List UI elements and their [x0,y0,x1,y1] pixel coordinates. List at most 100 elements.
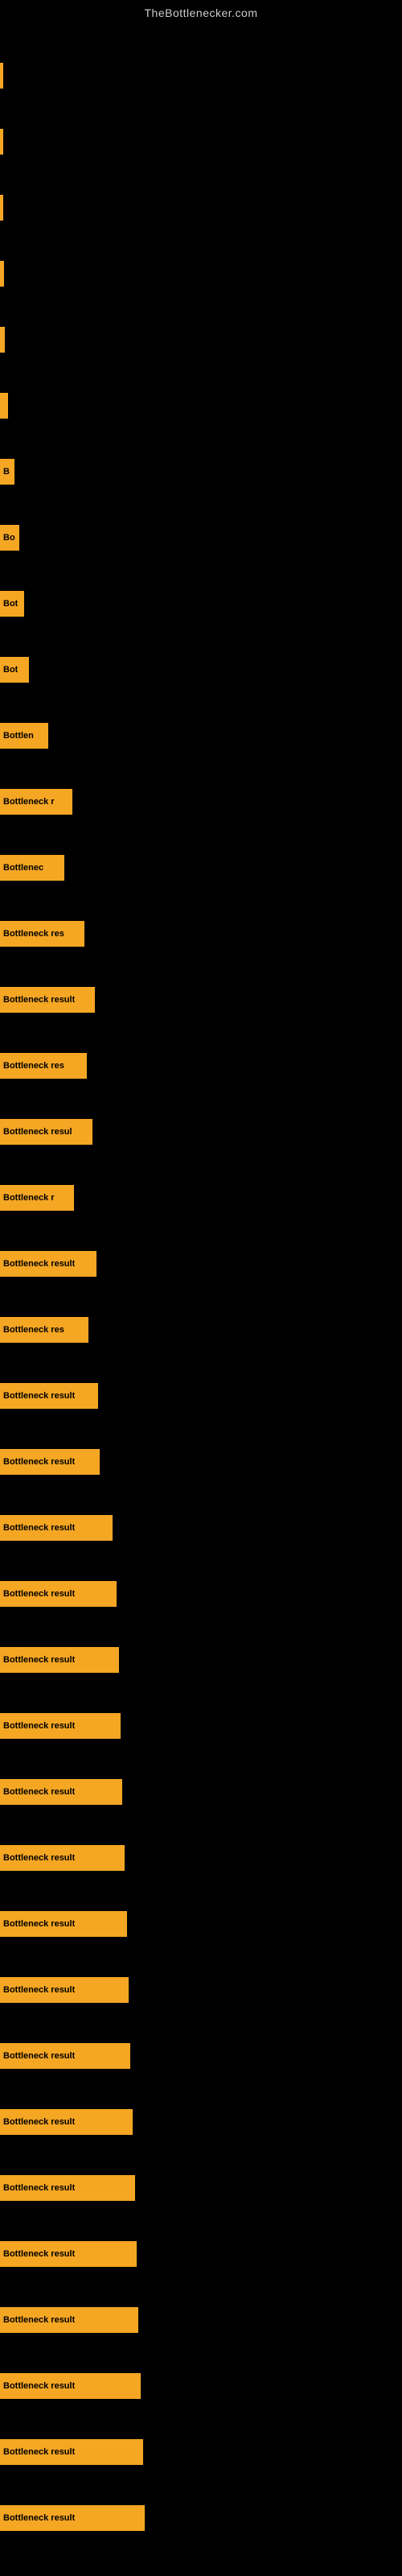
bar-row [0,327,402,361]
bar-row: Bottleneck res [0,1053,402,1087]
bar-fill: Bottleneck result [0,1383,98,1409]
bar-row: Bot [0,657,402,691]
bar-label-text: Bottleneck result [3,1655,75,1665]
bar-row: Bot [0,591,402,625]
bar-row: Bottleneck result [0,2043,402,2077]
bar-label-text: Bot [3,599,18,609]
bar-label-text: Bottleneck result [3,2447,75,2457]
bar-label-text: Bottleneck result [3,1259,75,1269]
bar-row: Bottleneck res [0,921,402,955]
bar-fill: Bottleneck result [0,1449,100,1475]
bar-label-text: Bottleneck result [3,1523,75,1533]
bar-row: Bottleneck result [0,1251,402,1285]
bar-row: Bottleneck result [0,2241,402,2275]
bar-fill [0,129,3,155]
bar-label-text: Bottleneck resul [3,1127,72,1137]
bar-fill [0,393,8,419]
bar-row: Bottleneck resul [0,1119,402,1153]
bar-label-text: Bottlen [3,731,34,741]
bar-fill [0,195,3,221]
bar-fill: B [0,459,14,485]
bar-label-text: Bottleneck result [3,1391,75,1401]
bar-label-text: Bottleneck r [3,1193,55,1203]
bar-fill: Bottleneck result [0,1779,122,1805]
bar-row: Bottlenec [0,855,402,889]
bar-row: Bottleneck result [0,1383,402,1417]
bar-row: Bottlen [0,723,402,757]
bar-fill: Bottleneck res [0,1317,88,1343]
bar-row: Bottleneck result [0,1515,402,1549]
bar-label-text: Bottleneck res [3,1325,64,1335]
bar-row: Bottleneck result [0,1449,402,1483]
bar-row: Bottleneck result [0,2505,402,2539]
page-wrapper: TheBottlenecker.com B Bo Bot Bot Bottlen Bott… [0,0,402,2558]
bar-fill: Bottleneck result [0,2439,143,2465]
bar-label-text: Bottleneck result [3,995,75,1005]
bar-label-text: Bottleneck result [3,2315,75,2325]
bar-fill [0,327,5,353]
bar-row: Bottleneck result [0,1977,402,2011]
bar-fill: Bottleneck res [0,1053,87,1079]
bar-fill: Bottleneck result [0,2241,137,2267]
bar-label-text: Bottleneck result [3,2381,75,2391]
bar-row: Bottleneck result [0,1647,402,1681]
chart-area: B Bo Bot Bot Bottlen Bottleneck r Bottlenec Bot… [0,23,402,2558]
bar-fill: Bottleneck result [0,1581,117,1607]
site-title: TheBottlenecker.com [0,0,402,23]
bar-row: Bottleneck result [0,2109,402,2143]
bar-label-text: B [3,467,10,477]
bar-row: Bottleneck res [0,1317,402,1351]
bar-row: Bottleneck r [0,789,402,823]
bar-label-text: Bottleneck result [3,2051,75,2061]
bar-fill: Bottleneck result [0,2373,141,2399]
bar-label-text: Bottleneck result [3,2117,75,2127]
bar-fill: Bottleneck result [0,2505,145,2531]
bar-fill [0,63,3,89]
bar-fill: Bottleneck result [0,2109,133,2135]
bar-fill: Bottlen [0,723,48,749]
bar-fill: Bot [0,657,29,683]
bar-label-text: Bottleneck result [3,2249,75,2259]
bar-fill: Bottlenec [0,855,64,881]
bar-label-text: Bottleneck r [3,797,55,807]
bar-fill [0,261,4,287]
bar-fill: Bottleneck result [0,1713,121,1739]
bar-fill: Bottleneck result [0,1911,127,1937]
bar-row: Bottleneck result [0,2373,402,2407]
bar-row [0,261,402,295]
bar-fill: Bottleneck result [0,2043,130,2069]
bar-label-text: Bot [3,665,18,675]
bar-row: Bottleneck result [0,2439,402,2473]
bar-row: Bottleneck result [0,2175,402,2209]
bar-label-text: Bottleneck result [3,2183,75,2193]
bar-row: Bottleneck result [0,1779,402,1813]
bar-fill: Bottleneck result [0,1251,96,1277]
bar-label-text: Bottleneck result [3,1589,75,1599]
bar-fill: Bottleneck result [0,2307,138,2333]
bar-row: Bottleneck r [0,1185,402,1219]
bar-row: Bo [0,525,402,559]
bar-label-text: Bottleneck result [3,1721,75,1731]
bar-fill: Bottleneck r [0,789,72,815]
bar-fill: Bottleneck result [0,1647,119,1673]
bar-fill: Bottleneck r [0,1185,74,1211]
bar-label-text: Bottleneck result [3,1919,75,1929]
bar-fill: Bottleneck result [0,2175,135,2201]
bar-fill: Bottleneck res [0,921,84,947]
bar-fill: Bo [0,525,19,551]
bar-row: Bottleneck result [0,1845,402,1879]
bar-label-text: Bo [3,533,15,543]
bar-row [0,195,402,229]
bar-row: Bottleneck result [0,2307,402,2341]
bar-fill: Bottleneck result [0,1515,113,1541]
bar-label-text: Bottleneck res [3,929,64,939]
bar-row: Bottleneck result [0,987,402,1021]
bar-fill: Bottleneck result [0,987,95,1013]
bar-row [0,393,402,427]
bar-row [0,63,402,97]
bar-row: Bottleneck result [0,1713,402,1747]
bar-label-text: Bottleneck result [3,2513,75,2523]
bar-row: Bottleneck result [0,1581,402,1615]
bar-label-text: Bottleneck result [3,1853,75,1863]
bar-label-text: Bottleneck result [3,1787,75,1797]
